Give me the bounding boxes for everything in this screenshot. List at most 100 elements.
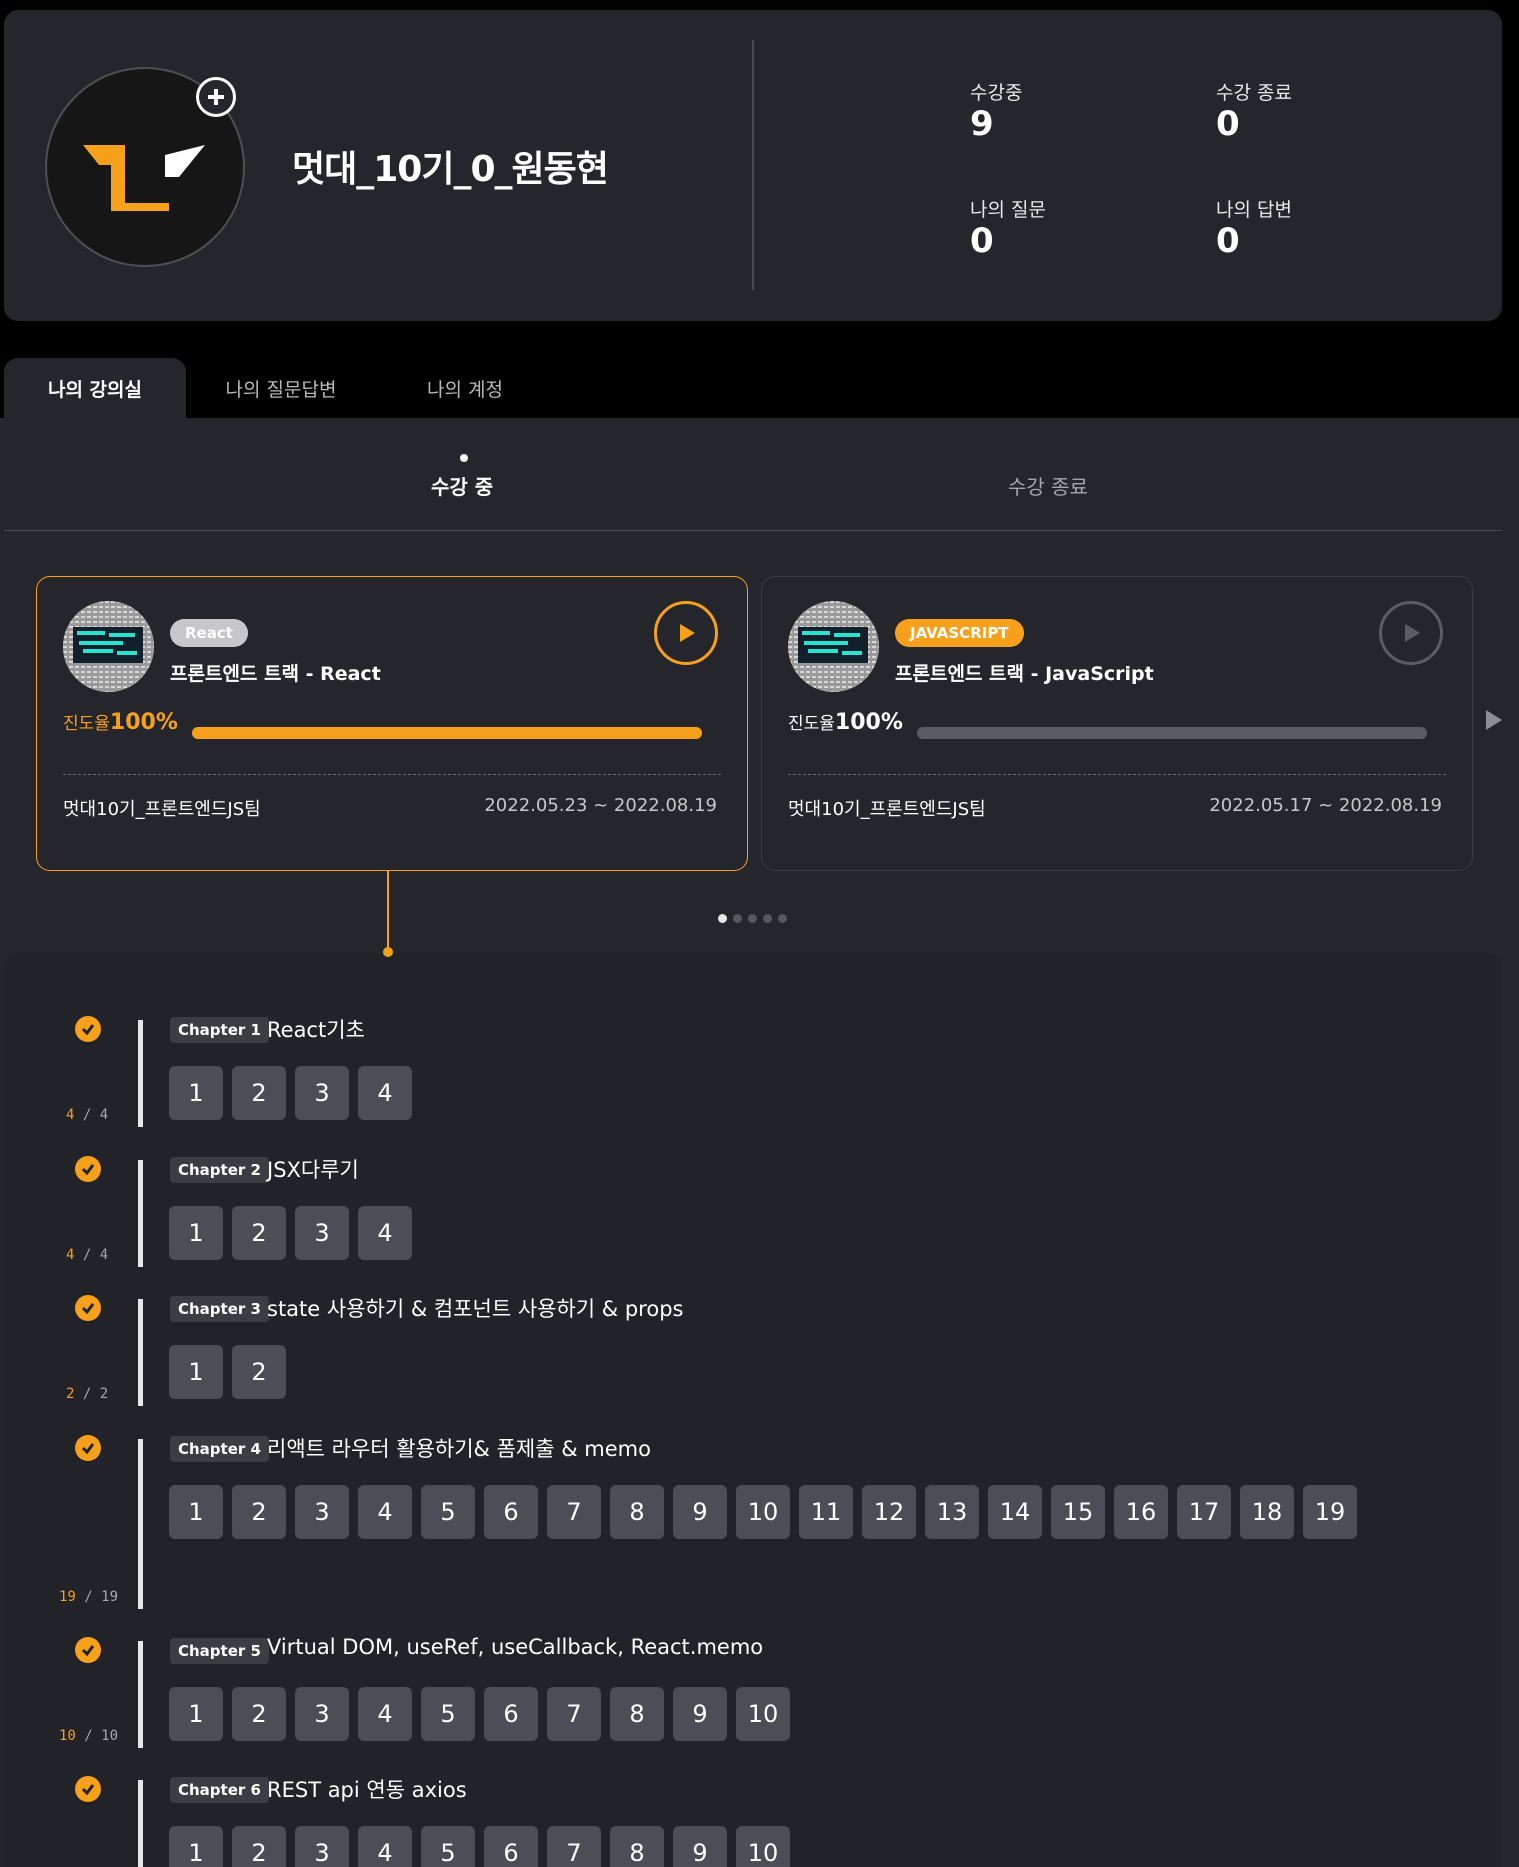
progress-caption: 진도율	[63, 714, 110, 734]
chapter-title[interactable]: 리액트 라우터 활용하기& 폼제출 & memo	[267, 1433, 651, 1463]
lesson-button[interactable]: 7	[547, 1687, 601, 1741]
lesson-button[interactable]: 4	[358, 1826, 412, 1867]
lesson-button[interactable]: 1	[169, 1345, 223, 1399]
course-badge: React	[170, 619, 248, 647]
lesson-list: 1 2 3 4 5 6 7 8 9 10 11 12 13 14 15 16 17 18 19	[169, 1485, 1419, 1539]
lesson-button[interactable]: 9	[673, 1485, 727, 1539]
tab-my-qna[interactable]: 나의 질문답변	[196, 358, 366, 418]
lesson-button[interactable]: 13	[925, 1485, 979, 1539]
lesson-button[interactable]: 19	[1303, 1485, 1357, 1539]
chapter-title[interactable]: React기초	[267, 1014, 365, 1044]
chapter-line	[138, 1439, 143, 1609]
lesson-button[interactable]: 3	[295, 1485, 349, 1539]
chapter-tag: Chapter 3	[170, 1296, 269, 1322]
subtab-in-progress[interactable]: 수강 중	[431, 471, 493, 500]
course-title: 프론트엔드 트랙 - JavaScript	[895, 663, 1154, 685]
chapter-progress-count: 19 / 19	[59, 1589, 139, 1605]
lesson-button[interactable]: 6	[484, 1826, 538, 1867]
user-name: 멋대_10기_0_원동현	[292, 149, 609, 190]
count-separator: /	[75, 1589, 102, 1605]
next-arrow-icon[interactable]	[1486, 710, 1502, 730]
chapter-tag: Chapter 2	[170, 1157, 269, 1183]
lesson-button[interactable]: 4	[358, 1206, 412, 1260]
lesson-button[interactable]: 3	[295, 1687, 349, 1741]
lesson-button[interactable]: 2	[232, 1687, 286, 1741]
lesson-button[interactable]: 4	[358, 1687, 412, 1741]
course-card[interactable]: JAVASCRIPT 프론트엔드 트랙 - JavaScript 진도율100%…	[761, 576, 1473, 871]
lesson-button[interactable]: 17	[1177, 1485, 1231, 1539]
carousel-dot[interactable]	[778, 914, 787, 923]
lesson-button[interactable]: 1	[169, 1066, 223, 1120]
lesson-button[interactable]: 6	[484, 1485, 538, 1539]
course-thumbnail	[63, 601, 154, 692]
lesson-button[interactable]: 2	[232, 1206, 286, 1260]
chapter-title[interactable]: state 사용하기 & 컴포넌트 사용하기 & props	[267, 1293, 683, 1323]
chapter-tag: Chapter 5	[170, 1638, 269, 1664]
lesson-button[interactable]: 2	[232, 1345, 286, 1399]
lesson-button[interactable]: 8	[610, 1485, 664, 1539]
lesson-button[interactable]: 4	[358, 1066, 412, 1120]
lesson-button[interactable]: 9	[673, 1687, 727, 1741]
lesson-button[interactable]: 5	[421, 1485, 475, 1539]
chapter-title[interactable]: Virtual DOM, useRef, useCallback, React.…	[267, 1635, 763, 1659]
lesson-button[interactable]: 1	[169, 1485, 223, 1539]
lesson-button[interactable]: 9	[673, 1826, 727, 1867]
lesson-button[interactable]: 8	[610, 1826, 664, 1867]
progress-bar	[192, 727, 702, 739]
total-count: 10	[101, 1728, 119, 1744]
count-separator: /	[75, 1728, 102, 1744]
lesson-button[interactable]: 8	[610, 1687, 664, 1741]
carousel-dot[interactable]	[748, 914, 757, 923]
lesson-button[interactable]: 11	[799, 1485, 853, 1539]
divider	[752, 40, 754, 290]
lesson-button[interactable]: 6	[484, 1687, 538, 1741]
play-button[interactable]	[654, 601, 718, 665]
lesson-button[interactable]: 15	[1051, 1485, 1105, 1539]
tab-my-classroom[interactable]: 나의 강의실	[4, 358, 186, 418]
lesson-button[interactable]: 10	[736, 1485, 790, 1539]
lesson-button[interactable]: 2	[232, 1826, 286, 1867]
progress-fill	[917, 727, 1427, 739]
lesson-button[interactable]: 10	[736, 1687, 790, 1741]
stat-label: 나의 답변	[1216, 199, 1292, 221]
course-title: 프론트엔드 트랙 - React	[170, 663, 381, 685]
lesson-button[interactable]: 1	[169, 1687, 223, 1741]
check-icon	[75, 1016, 101, 1042]
tab-my-account[interactable]: 나의 계정	[380, 358, 550, 418]
lesson-button[interactable]: 12	[862, 1485, 916, 1539]
lesson-button[interactable]: 2	[232, 1066, 286, 1120]
lesson-button[interactable]: 3	[295, 1826, 349, 1867]
lesson-button[interactable]: 18	[1240, 1485, 1294, 1539]
lesson-button[interactable]: 3	[295, 1206, 349, 1260]
lesson-button[interactable]: 1	[169, 1206, 223, 1260]
carousel-dot[interactable]	[763, 914, 772, 923]
lesson-button[interactable]: 3	[295, 1066, 349, 1120]
carousel-dot[interactable]	[718, 914, 727, 923]
play-button[interactable]	[1379, 601, 1443, 665]
team-name: 멋대10기_프론트엔드JS팀	[788, 799, 986, 820]
chapter-title[interactable]: JSX다루기	[267, 1154, 359, 1184]
subtab-completed[interactable]: 수강 종료	[1008, 471, 1088, 500]
chapter-title[interactable]: REST api 연동 axios	[267, 1774, 467, 1804]
check-icon	[75, 1295, 101, 1321]
lesson-button[interactable]: 4	[358, 1485, 412, 1539]
add-photo-icon[interactable]	[196, 77, 236, 117]
lesson-button[interactable]: 2	[232, 1485, 286, 1539]
check-icon	[75, 1156, 101, 1182]
lesson-button[interactable]: 16	[1114, 1485, 1168, 1539]
chapter-tag: Chapter 1	[170, 1017, 269, 1043]
lesson-button[interactable]: 5	[421, 1826, 475, 1867]
count-separator: /	[74, 1107, 100, 1123]
completed-count: 19	[59, 1589, 76, 1605]
lesson-button[interactable]: 7	[547, 1826, 601, 1867]
connector-line	[387, 871, 389, 951]
count-separator: /	[74, 1247, 100, 1263]
course-card[interactable]: React 프론트엔드 트랙 - React 진도율100% 멋대10기_프론트…	[36, 576, 748, 871]
carousel-dot[interactable]	[733, 914, 742, 923]
lesson-button[interactable]: 1	[169, 1826, 223, 1867]
check-icon	[75, 1776, 101, 1802]
lesson-button[interactable]: 14	[988, 1485, 1042, 1539]
lesson-button[interactable]: 7	[547, 1485, 601, 1539]
lesson-button[interactable]: 5	[421, 1687, 475, 1741]
lesson-button[interactable]: 10	[736, 1826, 790, 1867]
